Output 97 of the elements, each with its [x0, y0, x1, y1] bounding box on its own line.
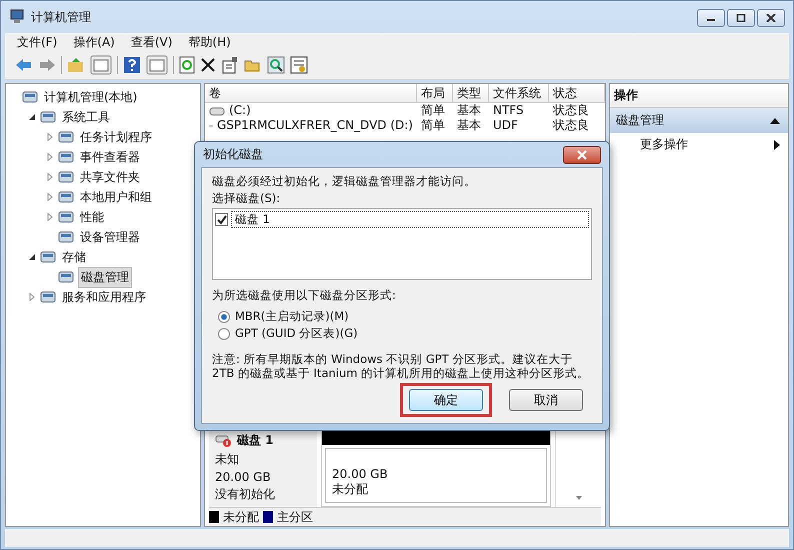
tree-item[interactable]: 性能 — [78, 208, 106, 226]
tree-item[interactable]: 设备管理器 — [78, 228, 142, 246]
maximize-icon — [736, 14, 746, 22]
collapsed-arrow-icon[interactable] — [46, 213, 54, 221]
dialog-button[interactable]: 取消 — [509, 389, 583, 411]
partition-size: 20.00 GB — [332, 467, 389, 481]
properties-icon[interactable] — [221, 56, 239, 74]
tree-item[interactable]: 本地用户和组 — [78, 188, 154, 206]
tree-node-icon — [40, 109, 56, 125]
table-cell: NTFS — [493, 103, 524, 118]
note-text: 注意: 所有早期版本的 Windows 不识别 GPT 分区形式。建议在大于 2TB 的磁盘或基于 Itanium 的计算机所用的磁盘上使用这种分区形式。 — [212, 353, 590, 381]
table-cell: 状态良 — [553, 118, 589, 133]
delete-icon[interactable] — [200, 57, 216, 73]
dialog-message: 磁盘必须经过初始化，逻辑磁盘管理器才能访问。 — [212, 174, 477, 190]
table-cell: UDF — [493, 118, 518, 133]
column-header[interactable]: 类型 — [453, 84, 489, 102]
folder-up-icon[interactable] — [67, 57, 85, 73]
legend-label: 主分区 — [277, 508, 313, 526]
table-cell: 简单 — [421, 103, 445, 118]
table-cell: 基本 — [457, 118, 481, 133]
panel-toggle-icon[interactable] — [146, 55, 168, 75]
table-cell: 基本 — [457, 103, 481, 118]
action-item[interactable]: 更多操作 — [610, 133, 788, 156]
panel-toggle-icon[interactable] — [90, 55, 112, 75]
actions-section[interactable]: 磁盘管理 — [610, 108, 788, 133]
disk-list-item[interactable]: 磁盘 1 — [231, 211, 589, 228]
expanded-arrow-icon[interactable] — [28, 253, 36, 261]
tree-node-icon — [40, 249, 56, 265]
window-title: 计算机管理 — [31, 8, 91, 26]
checkbox[interactable] — [215, 213, 228, 226]
collapse-arrow-icon[interactable] — [770, 118, 780, 124]
close-icon — [766, 14, 776, 22]
drive-icon — [209, 106, 225, 116]
collapsed-arrow-icon[interactable] — [46, 153, 54, 161]
close-button[interactable] — [563, 146, 601, 164]
menu-item[interactable]: 查看(V) — [124, 34, 178, 50]
tree-item[interactable]: 事件查看器 — [78, 148, 142, 166]
tree-item[interactable]: 服务和应用程序 — [60, 288, 148, 306]
dialog-button[interactable]: 确定 — [409, 389, 483, 411]
disk-list[interactable]: 磁盘 1 — [212, 208, 592, 280]
tree-node-icon — [58, 229, 74, 245]
close-button[interactable] — [757, 9, 785, 27]
tree-node-icon — [58, 129, 74, 145]
computer-icon — [9, 9, 25, 25]
collapsed-arrow-icon[interactable] — [46, 193, 54, 201]
back-arrow-icon[interactable] — [15, 57, 33, 73]
radio-button[interactable] — [218, 328, 230, 340]
disk-type: 未知 — [215, 451, 240, 468]
tree-node-icon — [58, 169, 74, 185]
tree-item[interactable]: 磁盘管理 — [78, 266, 132, 288]
radio-label[interactable]: GPT (GUID 分区表)(G) — [235, 326, 358, 342]
disk-size: 20.00 GB — [215, 470, 272, 484]
tree-item[interactable]: 任务计划程序 — [78, 128, 154, 146]
column-header[interactable]: 状态 — [549, 84, 605, 102]
legend-label: 未分配 — [223, 508, 259, 526]
disk-name: 磁盘 1 — [237, 432, 274, 449]
tree-node-icon — [22, 89, 38, 105]
settings-icon[interactable] — [290, 56, 308, 74]
column-header[interactable]: 布局 — [417, 84, 453, 102]
close-icon — [576, 150, 588, 160]
disk-status: 没有初始化 — [215, 486, 276, 503]
tree-item[interactable]: 共享文件夹 — [78, 168, 142, 186]
table-cell: (C:) — [229, 103, 251, 118]
select-disk-label: 选择磁盘(S): — [212, 191, 282, 206]
expanded-arrow-icon[interactable] — [28, 113, 36, 121]
tree-node-icon — [58, 209, 74, 225]
menu-item[interactable]: 文件(F) — [11, 34, 64, 50]
radio-button[interactable] — [218, 310, 230, 323]
column-header[interactable]: 文件系统 — [489, 84, 549, 102]
magnifier-icon[interactable] — [267, 56, 285, 74]
partition-style-label: 为所选磁盘使用以下磁盘分区形式: — [212, 288, 397, 304]
tree-node-icon — [40, 289, 56, 305]
help-icon[interactable] — [123, 56, 141, 74]
scroll-down-icon[interactable] — [574, 495, 582, 501]
tree-node-icon — [58, 269, 74, 285]
tree-node-icon — [58, 149, 74, 165]
partition-status: 未分配 — [332, 481, 369, 498]
radio-label[interactable]: MBR(主启动记录)(M) — [235, 309, 349, 324]
refresh-icon[interactable] — [179, 56, 195, 74]
maximize-button[interactable] — [727, 9, 755, 27]
collapsed-arrow-icon[interactable] — [46, 133, 54, 141]
tree-item[interactable]: 计算机管理(本地) — [42, 88, 140, 106]
table-cell: 状态良 — [553, 103, 589, 118]
collapsed-arrow-icon[interactable] — [46, 173, 54, 181]
disk-warning-icon — [215, 434, 233, 448]
collapsed-arrow-icon[interactable] — [28, 293, 36, 301]
tree-item[interactable]: 存储 — [60, 248, 88, 266]
column-header[interactable]: 卷 — [205, 84, 417, 102]
minimize-button[interactable] — [697, 9, 725, 27]
dialog-title: 初始化磁盘 — [203, 146, 263, 164]
menu-item[interactable]: 操作(A) — [67, 34, 121, 50]
tree-item[interactable]: 系统工具 — [60, 108, 112, 126]
tree-node-icon — [58, 189, 74, 205]
table-cell: GSP1RMCULXFRER_CN_DVD (D:) — [216, 118, 413, 133]
submenu-arrow-icon — [774, 140, 780, 150]
menu-item[interactable]: 帮助(H) — [182, 34, 237, 50]
table-cell: 简单 — [421, 118, 445, 133]
